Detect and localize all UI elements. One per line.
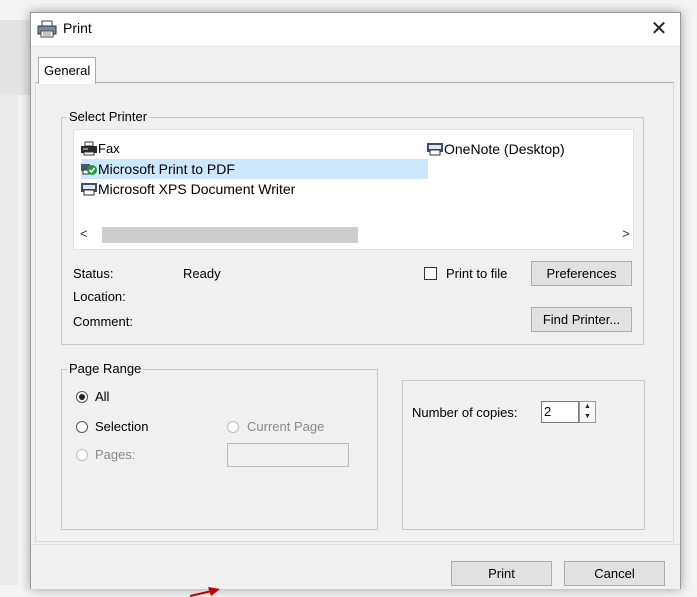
print-to-file-checkbox[interactable] <box>424 267 437 280</box>
print-button[interactable]: Print <box>451 561 552 586</box>
scroll-right-arrow[interactable]: > <box>619 226 633 242</box>
printer-icon <box>81 183 97 196</box>
close-icon: ✕ <box>650 18 668 40</box>
number-of-copies-input[interactable]: 2 <box>541 401 579 423</box>
preferences-button[interactable]: Preferences <box>531 261 632 286</box>
current-page-radio[interactable] <box>227 421 239 433</box>
tab-page-general: Select Printer Fax Microsoft Print to PD… <box>35 82 674 542</box>
printer-icon <box>37 20 57 38</box>
status-value: Ready <box>183 266 221 281</box>
number-of-copies-label: Number of copies: <box>412 405 518 420</box>
printer-item-fax[interactable]: Fax <box>81 139 281 159</box>
find-printer-button[interactable]: Find Printer... <box>531 307 632 332</box>
page-range-group: Page Range All Selection Current Page Pa… <box>61 361 378 530</box>
print-to-file-label[interactable]: Print to file <box>446 266 507 281</box>
printer-icon <box>427 143 443 156</box>
current-page-label[interactable]: Current Page <box>247 419 324 434</box>
page-range-legend: Page Range <box>67 361 144 376</box>
tab-general[interactable]: General <box>38 57 97 84</box>
all-label[interactable]: All <box>95 389 109 404</box>
title-bar[interactable]: Print ✕ <box>31 13 680 45</box>
all-radio[interactable] <box>76 391 88 403</box>
location-label: Location: <box>73 289 126 304</box>
pages-radio[interactable] <box>76 449 88 461</box>
default-printer-icon <box>81 164 97 175</box>
printer-item-microsoft-print-to-pdf[interactable]: Microsoft Print to PDF <box>81 159 428 179</box>
window-title: Print <box>63 20 92 36</box>
printer-name: OneNote (Desktop) <box>444 141 565 157</box>
background-window-panel <box>0 20 30 95</box>
select-printer-group: Select Printer Fax Microsoft Print to PD… <box>61 109 644 345</box>
cancel-button[interactable]: Cancel <box>564 561 665 586</box>
background-window-strip <box>0 95 18 585</box>
selection-label[interactable]: Selection <box>95 419 148 434</box>
fax-printer-icon <box>81 141 97 156</box>
printer-name: Fax <box>98 141 120 156</box>
radio-selected-dot <box>79 394 85 400</box>
printer-item-microsoft-xps-document-writer[interactable]: Microsoft XPS Document Writer <box>81 179 381 199</box>
copies-group: Number of copies: 2 ▲ ▼ <box>402 380 645 530</box>
dialog-button-bar: Print Cancel <box>31 544 680 589</box>
printer-name: Microsoft XPS Document Writer <box>98 181 296 197</box>
annotation-arrow-icon <box>190 587 220 597</box>
pages-input[interactable] <box>227 443 349 467</box>
number-of-copies-value: 2 <box>544 404 552 419</box>
selection-radio[interactable] <box>76 421 88 433</box>
select-printer-legend: Select Printer <box>67 109 150 124</box>
scroll-left-arrow[interactable]: < <box>80 226 94 242</box>
pages-label[interactable]: Pages: <box>95 447 135 462</box>
status-label: Status: <box>73 266 114 281</box>
spin-down-icon[interactable]: ▼ <box>580 412 595 422</box>
printer-name: Microsoft Print to PDF <box>98 161 235 177</box>
print-dialog: Print ✕ General Select Printer Fax Micro… <box>30 12 681 589</box>
printer-list[interactable]: Fax Microsoft Print to PDF Microsoft XPS… <box>73 129 634 250</box>
horizontal-scrollbar-thumb[interactable] <box>102 227 358 243</box>
comment-label: Comment: <box>73 314 133 329</box>
close-button[interactable]: ✕ <box>644 15 674 43</box>
printer-item-onenote-desktop[interactable]: OneNote (Desktop) <box>427 139 627 159</box>
copies-spinner[interactable]: ▲ ▼ <box>579 401 596 423</box>
spin-up-icon[interactable]: ▲ <box>580 402 595 412</box>
